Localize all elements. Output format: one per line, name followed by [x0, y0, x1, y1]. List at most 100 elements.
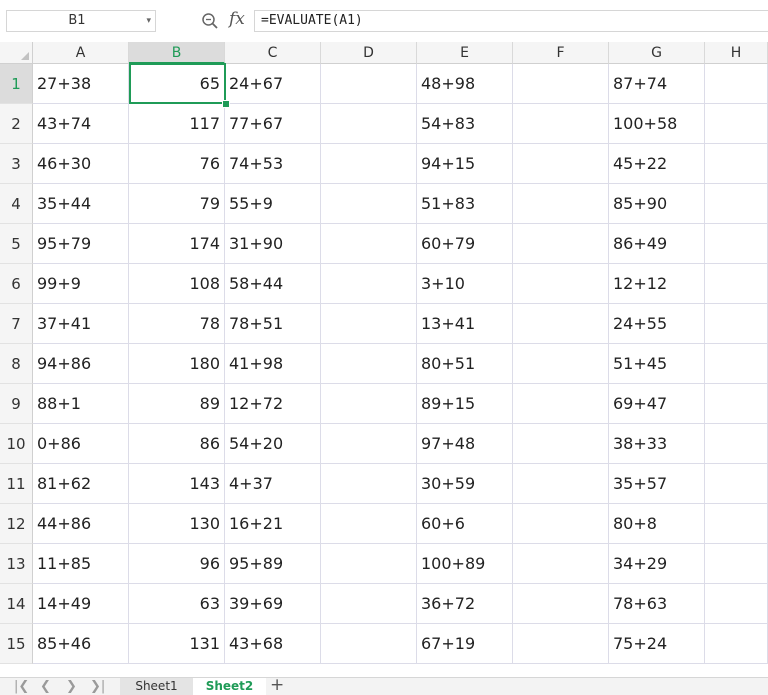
cell-g14[interactable]: 78+63	[609, 584, 705, 624]
cell-a8[interactable]: 94+86	[33, 344, 129, 384]
cell-f2[interactable]	[513, 104, 609, 144]
row-header[interactable]: 4	[0, 184, 33, 224]
cell-d4[interactable]	[321, 184, 417, 224]
cell-d6[interactable]	[321, 264, 417, 304]
cell-h15[interactable]	[705, 624, 768, 664]
cell-f4[interactable]	[513, 184, 609, 224]
cell-f5[interactable]	[513, 224, 609, 264]
cell-a5[interactable]: 95+79	[33, 224, 129, 264]
cell-f6[interactable]	[513, 264, 609, 304]
cell-d2[interactable]	[321, 104, 417, 144]
cell-b1[interactable]: 65	[129, 64, 225, 104]
row-header[interactable]: 1	[0, 64, 33, 104]
row-header[interactable]: 2	[0, 104, 33, 144]
cell-e11[interactable]: 30+59	[417, 464, 513, 504]
cell-b14[interactable]: 63	[129, 584, 225, 624]
row-header[interactable]: 14	[0, 584, 33, 624]
cell-d3[interactable]	[321, 144, 417, 184]
cell-g9[interactable]: 69+47	[609, 384, 705, 424]
cell-b4[interactable]: 79	[129, 184, 225, 224]
cell-e14[interactable]: 36+72	[417, 584, 513, 624]
cell-c14[interactable]: 39+69	[225, 584, 321, 624]
cell-b7[interactable]: 78	[129, 304, 225, 344]
cell-g6[interactable]: 12+12	[609, 264, 705, 304]
cell-c4[interactable]: 55+9	[225, 184, 321, 224]
row-header[interactable]: 11	[0, 464, 33, 504]
cell-b15[interactable]: 131	[129, 624, 225, 664]
cell-g11[interactable]: 35+57	[609, 464, 705, 504]
cell-f11[interactable]	[513, 464, 609, 504]
cell-e6[interactable]: 3+10	[417, 264, 513, 304]
cell-f15[interactable]	[513, 624, 609, 664]
cell-a1[interactable]: 27+38	[33, 64, 129, 104]
cell-a6[interactable]: 99+9	[33, 264, 129, 304]
cell-e7[interactable]: 13+41	[417, 304, 513, 344]
column-header-f[interactable]: F	[513, 42, 609, 64]
cell-b8[interactable]: 180	[129, 344, 225, 384]
row-header[interactable]: 6	[0, 264, 33, 304]
row-header[interactable]: 10	[0, 424, 33, 464]
cell-h10[interactable]	[705, 424, 768, 464]
cell-e12[interactable]: 60+6	[417, 504, 513, 544]
cell-c6[interactable]: 58+44	[225, 264, 321, 304]
cell-b2[interactable]: 117	[129, 104, 225, 144]
sheet-tab-sheet1[interactable]: Sheet1	[120, 678, 193, 695]
cell-a7[interactable]: 37+41	[33, 304, 129, 344]
cell-b9[interactable]: 89	[129, 384, 225, 424]
cell-h12[interactable]	[705, 504, 768, 544]
last-sheet-icon[interactable]: ❯|	[90, 678, 105, 695]
cell-b11[interactable]: 143	[129, 464, 225, 504]
column-header-g[interactable]: G	[609, 42, 705, 64]
cell-h13[interactable]	[705, 544, 768, 584]
cell-h1[interactable]	[705, 64, 768, 104]
cell-g4[interactable]: 85+90	[609, 184, 705, 224]
cell-h6[interactable]	[705, 264, 768, 304]
column-header-d[interactable]: D	[321, 42, 417, 64]
cell-c7[interactable]: 78+51	[225, 304, 321, 344]
cell-e1[interactable]: 48+98	[417, 64, 513, 104]
cell-e15[interactable]: 67+19	[417, 624, 513, 664]
cell-c12[interactable]: 16+21	[225, 504, 321, 544]
column-header-e[interactable]: E	[417, 42, 513, 64]
cell-b12[interactable]: 130	[129, 504, 225, 544]
cell-e8[interactable]: 80+51	[417, 344, 513, 384]
cell-e4[interactable]: 51+83	[417, 184, 513, 224]
plus-icon[interactable]: +	[270, 677, 284, 694]
cell-e9[interactable]: 89+15	[417, 384, 513, 424]
cell-g2[interactable]: 100+58	[609, 104, 705, 144]
cell-c2[interactable]: 77+67	[225, 104, 321, 144]
column-header-h[interactable]: H	[705, 42, 768, 64]
cell-h4[interactable]	[705, 184, 768, 224]
row-header[interactable]: 13	[0, 544, 33, 584]
cell-a10[interactable]: 0+86	[33, 424, 129, 464]
zoom-formula-icon[interactable]	[201, 12, 219, 30]
cell-f9[interactable]	[513, 384, 609, 424]
row-header[interactable]: 5	[0, 224, 33, 264]
cell-b10[interactable]: 86	[129, 424, 225, 464]
cell-e13[interactable]: 100+89	[417, 544, 513, 584]
cell-e3[interactable]: 94+15	[417, 144, 513, 184]
cell-f14[interactable]	[513, 584, 609, 624]
cell-g15[interactable]: 75+24	[609, 624, 705, 664]
cell-h9[interactable]	[705, 384, 768, 424]
cell-h2[interactable]	[705, 104, 768, 144]
cell-a15[interactable]: 85+46	[33, 624, 129, 664]
prev-sheet-icon[interactable]: ❮	[40, 678, 51, 695]
cell-c5[interactable]: 31+90	[225, 224, 321, 264]
cell-a13[interactable]: 11+85	[33, 544, 129, 584]
cell-c1[interactable]: 24+67	[225, 64, 321, 104]
cell-g8[interactable]: 51+45	[609, 344, 705, 384]
cell-d15[interactable]	[321, 624, 417, 664]
row-header[interactable]: 8	[0, 344, 33, 384]
function-icon[interactable]: fx	[229, 9, 245, 29]
cell-a12[interactable]: 44+86	[33, 504, 129, 544]
cell-h11[interactable]	[705, 464, 768, 504]
cell-e10[interactable]: 97+48	[417, 424, 513, 464]
cell-a3[interactable]: 46+30	[33, 144, 129, 184]
cell-b13[interactable]: 96	[129, 544, 225, 584]
cell-d9[interactable]	[321, 384, 417, 424]
cell-a14[interactable]: 14+49	[33, 584, 129, 624]
cell-g7[interactable]: 24+55	[609, 304, 705, 344]
cell-g12[interactable]: 80+8	[609, 504, 705, 544]
cell-g1[interactable]: 87+74	[609, 64, 705, 104]
